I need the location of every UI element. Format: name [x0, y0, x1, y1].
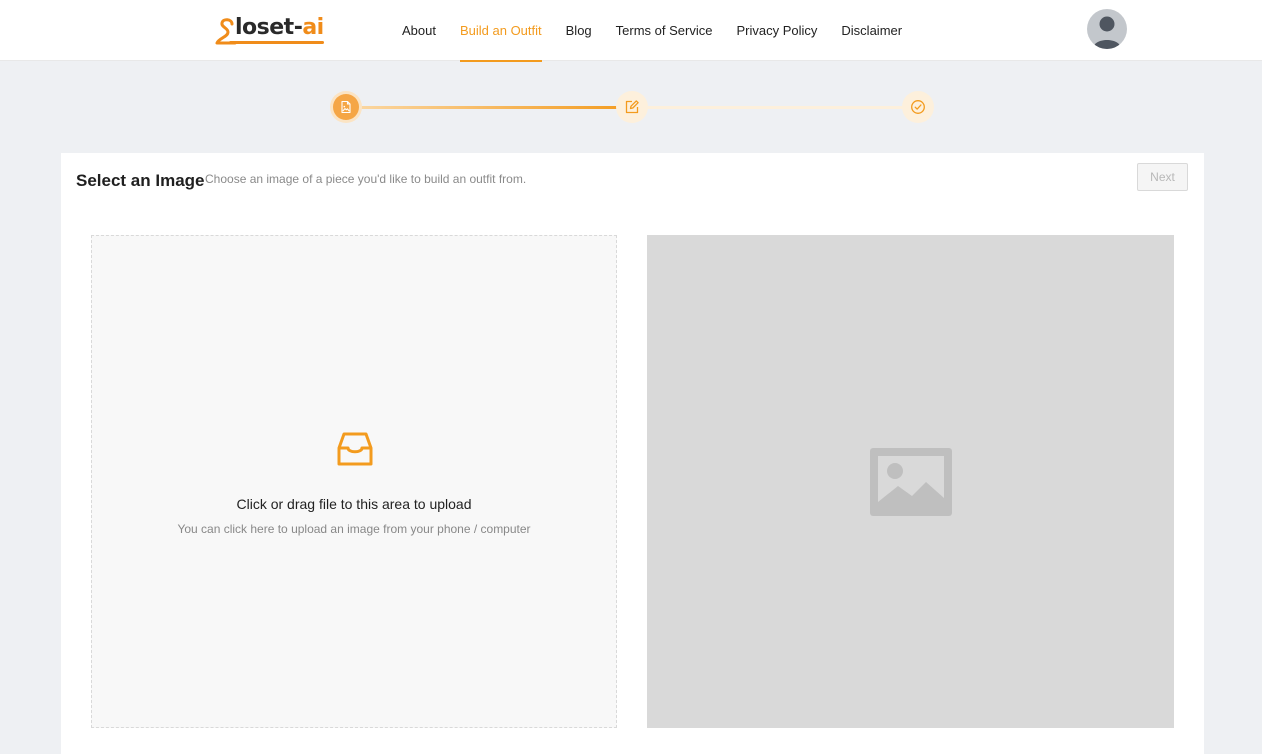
nav-privacy-policy[interactable]: Privacy Policy	[724, 0, 829, 61]
step-connector-1	[346, 106, 632, 109]
user-avatar-icon	[1093, 16, 1121, 49]
image-preview	[647, 235, 1174, 728]
upload-instruction: Click or drag file to this area to uploa…	[236, 496, 472, 512]
page-subtitle: Choose an image of a piece you'd like to…	[205, 172, 527, 186]
step-connector-2	[632, 106, 918, 109]
inbox-icon	[337, 432, 373, 466]
upload-dropzone[interactable]: Click or drag file to this area to uploa…	[91, 235, 617, 728]
user-avatar[interactable]	[1087, 9, 1127, 49]
nav-build-an-outfit[interactable]: Build an Outfit	[448, 0, 554, 62]
logo-underline	[229, 41, 324, 44]
step-select-image	[330, 91, 362, 123]
nav-terms-of-service[interactable]: Terms of Service	[604, 0, 725, 61]
progress-stepper	[330, 91, 934, 123]
step-complete	[902, 91, 934, 123]
logo-text: loset-ai	[235, 15, 324, 40]
main-nav: About Build an Outfit Blog Terms of Serv…	[390, 0, 914, 62]
edit-icon	[625, 100, 639, 114]
top-header: loset-ai About Build an Outfit Blog Term…	[0, 0, 1262, 62]
check-circle-icon	[911, 100, 925, 114]
image-placeholder-icon	[870, 448, 952, 516]
file-image-icon	[341, 100, 351, 114]
nav-disclaimer[interactable]: Disclaimer	[829, 0, 914, 61]
select-image-card: Select an Image Choose an image of a pie…	[61, 153, 1204, 754]
logo[interactable]: loset-ai	[215, 12, 324, 46]
next-button[interactable]: Next	[1137, 163, 1188, 191]
page-title: Select an Image	[76, 171, 205, 190]
nav-blog[interactable]: Blog	[554, 0, 604, 61]
nav-about[interactable]: About	[390, 0, 448, 61]
upload-hint: You can click here to upload an image fr…	[177, 522, 531, 536]
step-edit	[616, 91, 648, 123]
